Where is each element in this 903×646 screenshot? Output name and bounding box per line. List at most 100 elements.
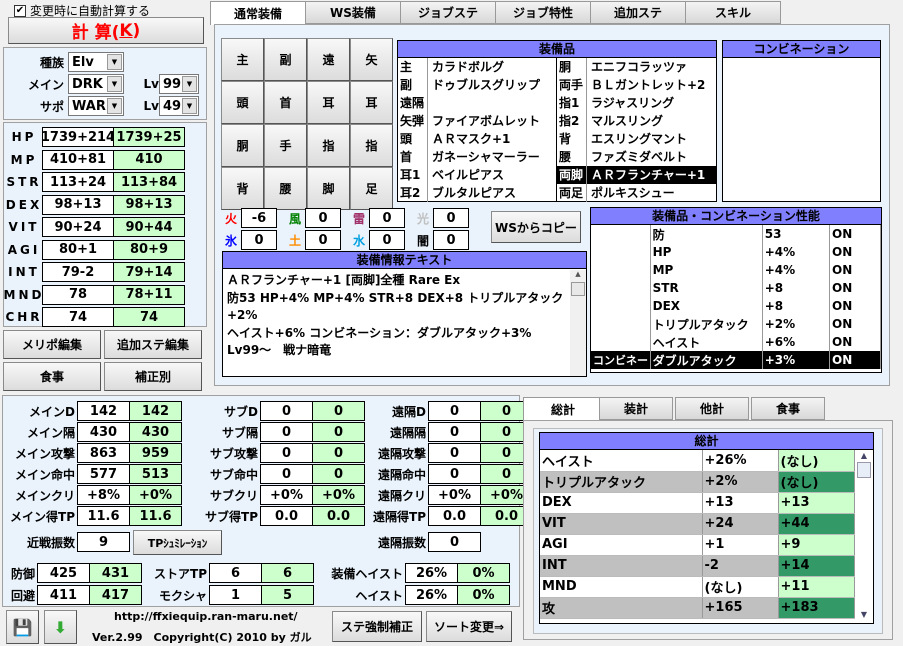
tab-top[interactable]: ジョブステ <box>400 1 496 24</box>
tab-top[interactable]: WS装備 <box>305 1 401 24</box>
slot-button[interactable]: 指 <box>307 124 350 167</box>
tab-top[interactable]: スキル <box>685 1 781 24</box>
slot-button[interactable]: 副 <box>264 38 307 81</box>
totals-row[interactable]: MND (なし) +11 <box>540 576 855 598</box>
totals-row[interactable]: トリプルアタック +2% (なし) <box>540 471 855 493</box>
slot-button[interactable]: 首 <box>264 81 307 124</box>
performance-row[interactable]: DEX +8 ON <box>591 297 881 315</box>
chevron-down-icon[interactable]: ▼ <box>107 76 122 92</box>
totals-row[interactable]: DEX +13 +13 <box>540 492 855 514</box>
performance-row[interactable]: ヘイスト +6% ON <box>591 333 881 351</box>
equipment-row[interactable]: 矢弾 ファイアボムレット <box>398 112 556 130</box>
slot-button[interactable]: 足 <box>350 167 393 210</box>
totals-cell: +14 <box>778 555 855 577</box>
element-label: 闇 <box>416 233 429 248</box>
item-name: カラドボルグ <box>432 60 505 74</box>
equipment-row[interactable]: 頭 ＡＲマスク+1 <box>398 130 556 148</box>
equipment-row[interactable]: 胴エニフコラッツァ <box>557 58 716 76</box>
totals-row[interactable]: VIT +24 +44 <box>540 513 855 535</box>
chevron-down-icon[interactable]: ▼ <box>182 76 197 92</box>
tab-totals[interactable]: 総計 <box>523 397 603 421</box>
sub-job-select[interactable]: WAR ▼ <box>68 96 124 116</box>
main-lv-select[interactable]: 99 ▼ <box>159 74 199 94</box>
performance-row[interactable]: コンビネー ダブルアタック +3% ON <box>591 351 881 369</box>
combat-value-alt: 5 <box>261 585 314 605</box>
scrollbar[interactable]: ▲ ▼ <box>855 451 873 623</box>
save-icon[interactable]: 💾 <box>6 610 39 644</box>
calc-button[interactable]: 計 算(K) <box>8 17 204 44</box>
tp-simulation-button[interactable]: TPｼｭﾐﾚｰｼｮﾝ <box>133 530 222 555</box>
slot-button[interactable]: 頭 <box>221 81 264 124</box>
slot-button[interactable]: 耳 <box>307 81 350 124</box>
chevron-down-icon[interactable]: ▼ <box>182 98 197 114</box>
equipment-row[interactable]: 両足 ポルキスシュー <box>557 184 716 202</box>
element-value: 0 <box>305 230 341 250</box>
totals-row[interactable]: ヘイスト +26% (なし) <box>540 450 855 472</box>
stat-value-alt: 90+44 <box>113 217 185 237</box>
performance-cell: ON <box>829 261 881 279</box>
tab-top[interactable]: 通常装備 <box>210 1 306 25</box>
equipment-row[interactable]: 耳1 ベイルピアス <box>398 166 556 184</box>
slot-button[interactable]: 胴 <box>221 124 264 167</box>
equipment-row[interactable]: 背エスリングマント <box>557 130 716 148</box>
equipment-row[interactable]: 副ドゥブルスグリップ <box>398 76 556 94</box>
race-select[interactable]: Elv ▼ <box>68 52 124 72</box>
combat-label: メイン命中 <box>14 467 75 482</box>
load-icon[interactable]: ⬇ <box>44 610 77 644</box>
performance-row[interactable]: HP +4% ON <box>591 243 881 261</box>
left-button[interactable]: メリポ編集 <box>3 330 101 359</box>
sort-change-button[interactable]: ソート変更⇒ <box>426 611 512 642</box>
performance-cell: STR <box>650 279 763 297</box>
combat-label: サブ攻撃 <box>209 446 258 461</box>
combat-label: 遠隔D <box>392 404 426 419</box>
tab-totals[interactable]: 食事 <box>751 397 825 420</box>
version-text: Ver.2.99 Copyright(C) 2010 by ガル <box>92 631 312 644</box>
slot-button[interactable]: 腰 <box>264 167 307 210</box>
chevron-down-icon[interactable]: ▼ <box>107 54 122 70</box>
info-text-box[interactable]: 装備情報テキスト ＡＲフランチャー+1 [両脚]全種 Rare Ex 防53 HP… <box>222 251 587 377</box>
performance-row[interactable]: トリプルアタック +2% ON <box>591 315 881 333</box>
equipment-row[interactable]: 指2 マルスリング <box>557 112 716 130</box>
ws-copy-button[interactable]: WSからコピー <box>491 211 581 243</box>
performance-row[interactable]: MP +4% ON <box>591 261 881 279</box>
equipment-row[interactable]: 両脚 ＡＲフランチャー+1 <box>557 166 716 184</box>
slot-button[interactable]: 脚 <box>307 167 350 210</box>
stat-value: 79-2 <box>42 262 114 282</box>
combat-label: 遠隔攻撃 <box>377 446 426 461</box>
performance-row[interactable]: STR +8 ON <box>591 279 881 297</box>
force-stat-button[interactable]: ステ強制補正 <box>332 611 422 642</box>
equipment-row[interactable]: 両手 ＢＬガントレット+2 <box>557 76 716 94</box>
equipment-row[interactable]: 遠隔 <box>398 94 556 112</box>
equipment-row[interactable]: 指1 ラジャスリング <box>557 94 716 112</box>
scrollbar[interactable]: ▲ <box>570 270 586 376</box>
equipment-row[interactable]: 首ガネーシャマーラー <box>398 148 556 166</box>
tab-top[interactable]: ジョブ特性 <box>495 1 591 24</box>
equipment-row[interactable]: 腰ファズミダベルト <box>557 148 716 166</box>
slot-button[interactable]: 指 <box>350 124 393 167</box>
tab-totals[interactable]: 他計 <box>675 397 749 420</box>
checkbox[interactable]: ✔ <box>14 4 26 17</box>
slot-button[interactable]: 主 <box>221 38 264 81</box>
tab-totals[interactable]: 装計 <box>599 397 673 420</box>
totals-row[interactable]: 攻 +165 +183 <box>540 597 855 619</box>
slot-button[interactable]: 矢 <box>350 38 393 81</box>
totals-table: 総計 ヘイスト +26% (なし) トリプルアタック +2% (なし) DEX +13 +13 V… <box>539 432 874 624</box>
performance-row[interactable]: 防 53 ON <box>591 225 881 243</box>
combat-value: +8% <box>77 485 130 505</box>
left-button[interactable]: 補正別 <box>104 362 202 391</box>
sub-lv-select[interactable]: 49 ▼ <box>159 96 199 116</box>
equipment-row[interactable]: 主カラドボルグ <box>398 58 556 76</box>
tab-top[interactable]: 追加ステ <box>590 1 686 24</box>
left-button[interactable]: 食事 <box>3 362 101 391</box>
slot-button[interactable]: 遠 <box>307 38 350 81</box>
totals-row[interactable]: AGI +1 +9 <box>540 534 855 556</box>
slot-button[interactable]: 背 <box>221 167 264 210</box>
slot-button[interactable]: 手 <box>264 124 307 167</box>
slot-button[interactable]: 耳 <box>350 81 393 124</box>
chevron-down-icon[interactable]: ▼ <box>107 98 122 114</box>
main-job-select[interactable]: DRK ▼ <box>68 74 124 94</box>
stat-value: 113+24 <box>42 172 114 192</box>
totals-row[interactable]: INT -2 +14 <box>540 555 855 577</box>
equipment-row[interactable]: 耳2 ブルタルピアス <box>398 184 556 202</box>
left-button[interactable]: 追加ステ編集 <box>104 330 202 359</box>
